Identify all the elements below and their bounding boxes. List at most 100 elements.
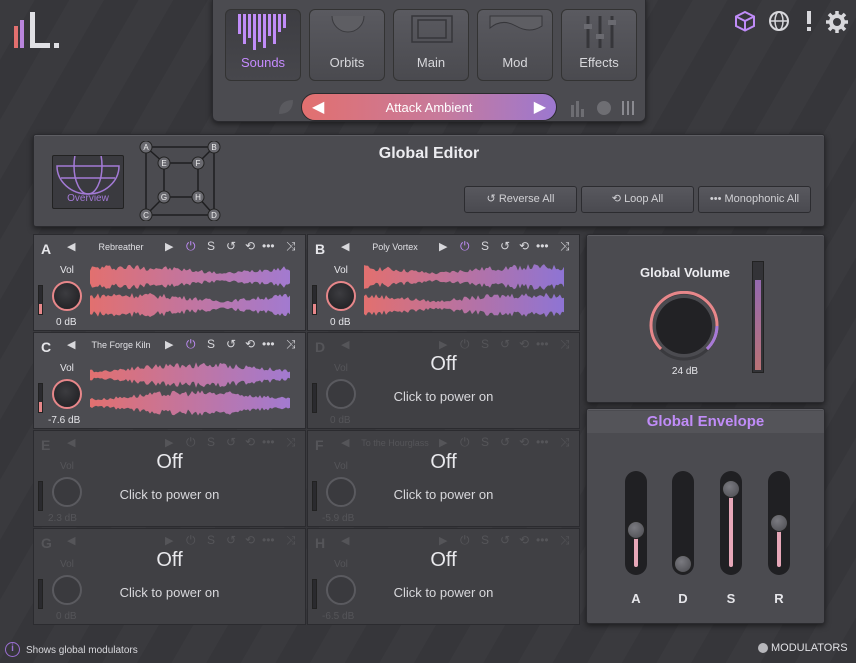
more-icon[interactable]: ••• xyxy=(536,337,549,351)
prev-sound-icon[interactable]: ◀ xyxy=(341,338,349,351)
shuffle-icon[interactable]: ⤨ xyxy=(286,435,296,450)
tab-mod[interactable]: Mod xyxy=(477,9,553,81)
envelope-fader-s[interactable] xyxy=(720,471,742,575)
next-sound-icon[interactable]: ▶ xyxy=(439,534,447,547)
power-on-prompt[interactable]: Click to power on xyxy=(34,585,305,600)
power-on-prompt[interactable]: Click to power on xyxy=(34,487,305,502)
palette-icon[interactable] xyxy=(595,99,613,122)
mixer-icon[interactable] xyxy=(619,99,637,122)
tab-effects[interactable]: Effects xyxy=(561,9,637,81)
loop-icon[interactable]: ⟲ xyxy=(245,337,255,351)
power-icon[interactable]: ⏻ xyxy=(186,533,196,548)
sound-slot-f[interactable]: F ◀ To the Hourglass ▶ ⏻ S ↺ ⟲ ••• ⤨ Vol -5.9 dB Off… xyxy=(307,430,580,527)
next-sound-icon[interactable]: ▶ xyxy=(165,436,173,449)
power-icon[interactable]: ⏻ xyxy=(460,533,470,548)
next-sound-icon[interactable]: ▶ xyxy=(165,534,173,547)
loop-icon[interactable]: ⟲ xyxy=(245,435,255,449)
reverse-all-button[interactable]: ↺ Reverse All xyxy=(464,186,577,213)
loop-icon[interactable]: ⟲ xyxy=(245,239,255,253)
more-icon[interactable]: ••• xyxy=(262,337,275,351)
sound-slot-b[interactable]: B ◀ Poly Vortex ▶ ⏻ S ↺ ⟲ ••• ⤨ Vol 0 dB xyxy=(307,234,580,331)
prev-preset-icon[interactable]: ◀ xyxy=(312,94,324,122)
volume-knob[interactable] xyxy=(52,281,82,311)
power-on-prompt[interactable]: Click to power on xyxy=(308,487,579,502)
next-preset-icon[interactable]: ▶ xyxy=(534,94,546,122)
power-on-prompt[interactable]: Click to power on xyxy=(308,389,579,404)
shuffle-icon[interactable]: ⤨ xyxy=(286,239,296,254)
power-icon[interactable]: ⏻ xyxy=(460,435,470,450)
fader-handle[interactable] xyxy=(627,520,645,539)
solo-button[interactable]: S xyxy=(481,435,489,449)
prev-sound-icon[interactable]: ◀ xyxy=(341,436,349,449)
preset-selector[interactable]: ◀ Attack Ambient ▶ xyxy=(301,93,557,121)
slot-matrix-diagram[interactable]: A B C D E F G H xyxy=(138,141,222,221)
volume-knob[interactable] xyxy=(52,379,82,409)
more-icon[interactable]: ••• xyxy=(536,435,549,449)
loop-all-button[interactable]: ⟲ Loop All xyxy=(581,186,694,213)
prev-sound-icon[interactable]: ◀ xyxy=(67,240,75,253)
solo-button[interactable]: S xyxy=(207,533,215,547)
shuffle-icon[interactable]: ⤨ xyxy=(560,533,570,548)
prev-sound-icon[interactable]: ◀ xyxy=(67,436,75,449)
prev-sound-icon[interactable]: ◀ xyxy=(341,534,349,547)
envelope-fader-r[interactable] xyxy=(768,471,790,575)
sound-slot-d[interactable]: D ◀ ▶ ⏻ S ↺ ⟲ ••• ⤨ Vol 0 dB Off Click to power on xyxy=(307,332,580,429)
more-icon[interactable]: ••• xyxy=(262,239,275,253)
monophonic-all-button[interactable]: ••• Monophonic All xyxy=(698,186,811,213)
cube-icon[interactable] xyxy=(734,10,756,38)
solo-button[interactable]: S xyxy=(207,435,215,449)
solo-button[interactable]: S xyxy=(481,337,489,351)
power-icon[interactable]: ⏻ xyxy=(460,239,470,254)
loop-icon[interactable]: ⟲ xyxy=(519,533,529,547)
more-icon[interactable]: ••• xyxy=(262,533,275,547)
next-sound-icon[interactable]: ▶ xyxy=(439,436,447,449)
fader-handle[interactable] xyxy=(770,514,788,532)
more-icon[interactable]: ••• xyxy=(536,533,549,547)
tab-main[interactable]: Main xyxy=(393,9,469,81)
reverse-icon[interactable]: ↺ xyxy=(500,533,510,547)
sound-slot-e[interactable]: E ◀ ▶ ⏻ S ↺ ⟲ ••• ⤨ Vol 2.3 dB Off Click to power on xyxy=(33,430,306,527)
volume-knob[interactable] xyxy=(326,281,356,311)
modulators-button[interactable]: MODULATORS xyxy=(771,642,848,654)
sound-slot-c[interactable]: C ◀ The Forge Kiln ▶ ⏻ S ↺ ⟲ ••• ⤨ Vol -7.6 dB xyxy=(33,332,306,429)
tab-orbits[interactable]: Orbits xyxy=(309,9,385,81)
power-icon[interactable]: ⏻ xyxy=(186,435,196,450)
global-volume-knob[interactable] xyxy=(649,291,719,361)
solo-button[interactable]: S xyxy=(481,239,489,253)
shuffle-icon[interactable]: ⤨ xyxy=(560,239,570,254)
sound-name[interactable]: Rebreather xyxy=(81,242,161,252)
leaf-icon[interactable] xyxy=(277,98,295,121)
reverse-icon[interactable]: ↺ xyxy=(500,337,510,351)
sound-slot-g[interactable]: G ◀ ▶ ⏻ S ↺ ⟲ ••• ⤨ Vol 0 dB Off Click to power on xyxy=(33,528,306,625)
sound-name[interactable]: To the Hourglass xyxy=(355,438,435,448)
loop-icon[interactable]: ⟲ xyxy=(519,435,529,449)
info-icon[interactable]: i xyxy=(5,642,20,657)
sound-name[interactable]: Poly Vortex xyxy=(355,242,435,252)
loop-icon[interactable]: ⟲ xyxy=(519,337,529,351)
shuffle-icon[interactable]: ⤨ xyxy=(286,533,296,548)
solo-button[interactable]: S xyxy=(207,337,215,351)
reverse-icon[interactable]: ↺ xyxy=(500,435,510,449)
next-sound-icon[interactable]: ▶ xyxy=(439,338,447,351)
bars-icon[interactable] xyxy=(569,99,587,122)
shuffle-icon[interactable]: ⤨ xyxy=(286,337,296,352)
prev-sound-icon[interactable]: ◀ xyxy=(67,534,75,547)
solo-button[interactable]: S xyxy=(207,239,215,253)
modulators-dot-icon[interactable] xyxy=(758,643,768,653)
next-sound-icon[interactable]: ▶ xyxy=(439,240,447,253)
more-icon[interactable]: ••• xyxy=(262,435,275,449)
next-sound-icon[interactable]: ▶ xyxy=(165,338,173,351)
envelope-fader-a[interactable] xyxy=(625,471,647,575)
more-icon[interactable]: ••• xyxy=(536,239,549,253)
envelope-fader-d[interactable] xyxy=(672,471,694,575)
shuffle-icon[interactable]: ⤨ xyxy=(560,337,570,352)
fader-handle[interactable] xyxy=(722,479,740,498)
sound-slot-h[interactable]: H ◀ ▶ ⏻ S ↺ ⟲ ••• ⤨ Vol -6.5 dB Off Click to power o… xyxy=(307,528,580,625)
next-sound-icon[interactable]: ▶ xyxy=(165,240,173,253)
loop-icon[interactable]: ⟲ xyxy=(245,533,255,547)
alert-icon[interactable] xyxy=(804,10,814,38)
overview-button[interactable]: Overview xyxy=(52,137,124,209)
gear-icon[interactable] xyxy=(825,10,849,40)
fader-handle[interactable] xyxy=(674,555,692,573)
globe-icon[interactable] xyxy=(768,10,790,38)
